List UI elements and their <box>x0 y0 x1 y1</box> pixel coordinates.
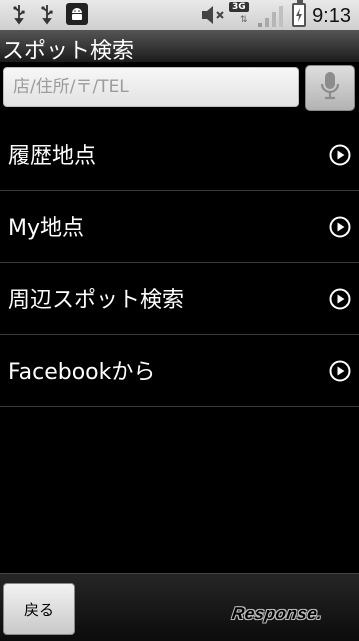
title-bar: スポット検索 <box>0 30 359 64</box>
usb-icon <box>40 3 54 31</box>
play-circle-icon <box>329 288 351 314</box>
list-item-label: 周辺スポット検索 <box>8 288 185 313</box>
list-item-label: My地点 <box>8 216 85 241</box>
voice-search-button[interactable] <box>305 65 355 111</box>
mute-icon <box>200 4 228 30</box>
list-item-my-spots[interactable]: My地点 <box>0 191 359 263</box>
page-title: スポット検索 <box>2 39 135 64</box>
microphone-icon <box>319 71 341 105</box>
back-button[interactable]: 戻る <box>3 583 75 635</box>
signal-icon <box>257 4 285 32</box>
list-item-history[interactable]: 履歴地点 <box>0 119 359 191</box>
list-item-facebook[interactable]: Facebookから <box>0 335 359 407</box>
android-debug-icon <box>66 3 88 25</box>
list-item-nearby-search[interactable]: 周辺スポット検索 <box>0 263 359 335</box>
data-activity-icon: ⇅ <box>240 15 248 25</box>
watermark-logo: Response. <box>230 604 324 623</box>
battery-icon <box>292 0 306 27</box>
status-bar: 3G ⇅ 9:13 <box>0 0 359 30</box>
play-circle-icon <box>329 216 351 242</box>
play-circle-icon <box>329 144 351 170</box>
spot-search-menu: 履歴地点 My地点 周辺スポット検索 Facebookから <box>0 119 359 407</box>
list-item-label: 履歴地点 <box>8 144 97 169</box>
bottom-bar: 戻る Response. <box>0 573 359 641</box>
list-item-label: Facebookから <box>8 360 156 385</box>
network-type-badge: 3G <box>229 2 249 12</box>
search-input[interactable] <box>3 67 299 107</box>
play-circle-icon <box>329 360 351 386</box>
clock: 9:13 <box>312 5 351 27</box>
usb-icon <box>12 3 26 31</box>
